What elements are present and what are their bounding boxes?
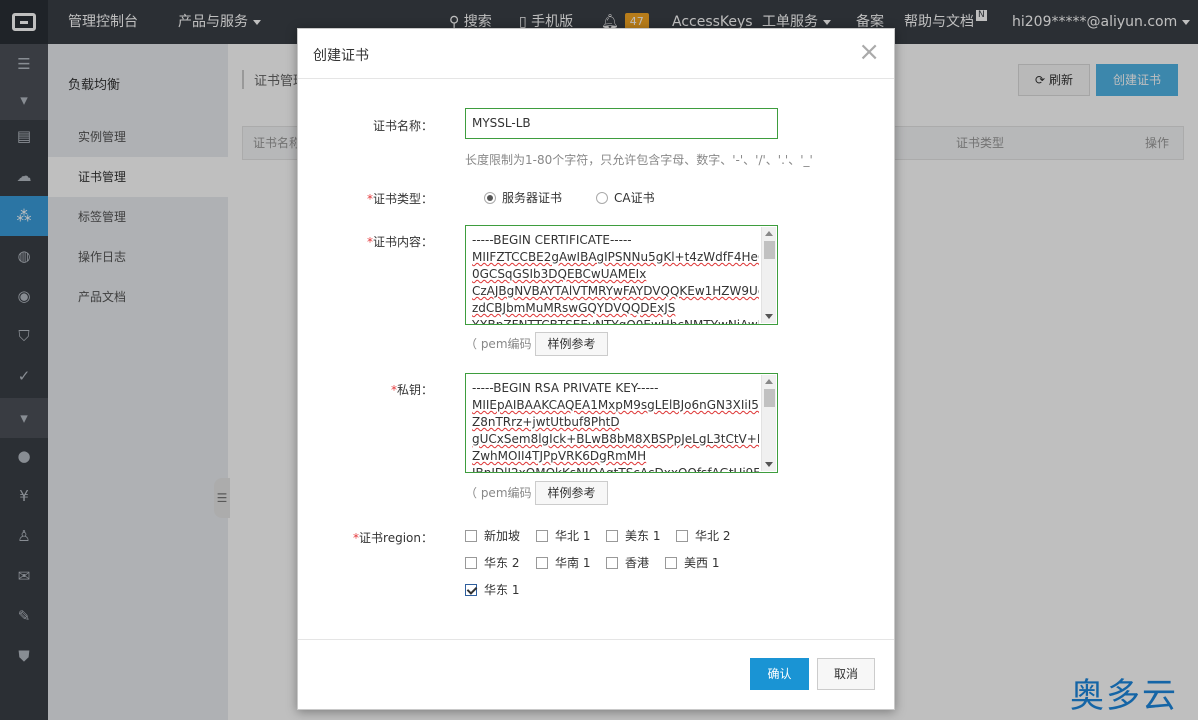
region-checkbox[interactable]: 华南 1: [536, 554, 590, 571]
cert-example-button[interactable]: 样例参考: [535, 332, 608, 356]
region-checkbox[interactable]: 华东 2: [465, 554, 519, 571]
checkbox-icon: [465, 556, 477, 569]
cert-type-label: *证书类型：: [298, 190, 433, 207]
private-key-textarea[interactable]: -----BEGIN RSA PRIVATE KEY----- MIIEpAIB…: [465, 373, 778, 473]
scrollbar[interactable]: [761, 227, 776, 323]
checkbox-icon: [536, 556, 548, 569]
region-checkbox[interactable]: 华北 2: [676, 527, 730, 544]
scroll-up-icon[interactable]: [765, 231, 773, 236]
checkbox-icon: [465, 529, 477, 542]
text-line: CzAJBgNVBAYTAlVTMRYwFAYDVQQKEw1HZW9UcnV: [472, 284, 759, 298]
scroll-up-icon[interactable]: [765, 379, 773, 384]
private-key-text: -----BEGIN RSA PRIVATE KEY----- MIIEpAIB…: [472, 380, 759, 473]
region-label-text: 证书region：: [359, 531, 433, 545]
cert-content-textarea[interactable]: -----BEGIN CERTIFICATE----- MIIFZTCCBE2g…: [465, 225, 778, 325]
region-name: 华东 1: [484, 583, 520, 597]
cert-content-text: -----BEGIN CERTIFICATE----- MIIFZTCCBE2g…: [472, 232, 759, 325]
checkbox-icon: [536, 529, 548, 542]
region-label: *证书region：: [298, 529, 433, 546]
checkbox-icon: [665, 556, 677, 569]
close-icon[interactable]: ×: [858, 39, 880, 65]
region-checkbox[interactable]: 华北 1: [536, 527, 590, 544]
radio-checked-icon: [484, 191, 496, 204]
checkbox-icon: [606, 556, 618, 569]
scroll-thumb[interactable]: [764, 241, 775, 259]
text-line: 0GCSqGSIb3DQEBCwUAMEIx: [472, 267, 647, 281]
radio-unchecked-icon: [596, 191, 608, 204]
text-line: ZwhMOII4TJPpVRK6DgRmMH: [472, 449, 647, 463]
confirm-button[interactable]: 确认: [750, 658, 809, 690]
region-checkbox[interactable]: 美西 1: [665, 554, 719, 571]
text-line: gUCxSem8lgIck+BLwB8bM8XBSPpJeLgL3tCtV+LQ…: [472, 432, 759, 446]
cert-content-label-text: 证书内容：: [372, 235, 433, 249]
cert-content-label: *证书内容：: [298, 233, 433, 250]
scrollbar[interactable]: [761, 375, 776, 471]
cert-type-label-text: 证书类型：: [372, 192, 433, 206]
region-checkbox[interactable]: 美东 1: [606, 527, 660, 544]
region-name: 华东 2: [484, 556, 520, 570]
watermark-logo: 奥多云: [1070, 676, 1178, 716]
text-line: MIIFZTCCBE2gAwIBAgIPSNNu5gKl+t4zWdfF4He6…: [472, 250, 759, 264]
region-name: 美东 1: [625, 529, 661, 543]
radio-ca-cert[interactable]: CA证书: [596, 189, 655, 206]
region-name: 香港: [625, 556, 650, 570]
text-line: MIIEpAIBAAKCAQEA1MxpM9sgLElBJo6nGN3XIiI5…: [472, 398, 759, 412]
text-line: -----BEGIN CERTIFICATE-----: [472, 233, 632, 247]
scroll-thumb[interactable]: [764, 389, 775, 407]
region-name: 华北 2: [695, 529, 731, 543]
region-checkbox-checked[interactable]: 华东 1: [465, 581, 519, 598]
radio-label: 服务器证书: [502, 191, 563, 205]
cert-name-hint: 长度限制为1-80个字符，只允许包含字母、数字、'-'、'/'、'.'、'_': [465, 153, 813, 167]
checkbox-checked-icon: [465, 583, 477, 596]
create-certificate-dialog: 创建证书 × 证书名称： MYSSL-LB 长度限制为1-80个字符，只允许包含…: [297, 28, 895, 710]
cancel-button[interactable]: 取消: [817, 658, 875, 690]
region-checkbox[interactable]: 香港: [606, 554, 649, 571]
text-line: YXBpZFNTTCBTSEEyNTYgQ0EwHhcNMTYwNjAwMDA: [472, 318, 759, 325]
scroll-down-icon[interactable]: [765, 314, 773, 319]
region-name: 华北 1: [555, 529, 591, 543]
dialog-header: 创建证书 ×: [298, 29, 894, 79]
cert-name-input[interactable]: MYSSL-LB: [465, 108, 778, 139]
dialog-footer: 确认 取消: [298, 639, 894, 711]
radio-server-cert[interactable]: 服务器证书: [484, 189, 562, 206]
region-checkbox[interactable]: 新加坡: [465, 527, 520, 544]
text-line: zdCBJbmMuMRswGQYDVQQDExJS: [472, 301, 676, 315]
radio-label: CA证书: [614, 191, 655, 205]
text-line: -----BEGIN RSA PRIVATE KEY-----: [472, 381, 659, 395]
checkbox-icon: [606, 529, 618, 542]
text-line: JBnJDlJ2xQMOkKsNJQAqtTScAcDxxOOfsfAGtUj9…: [472, 466, 759, 473]
key-example-button[interactable]: 样例参考: [535, 481, 608, 505]
cert-name-label: 证书名称：: [372, 119, 433, 133]
scroll-down-icon[interactable]: [765, 462, 773, 467]
region-name: 新加坡: [484, 529, 521, 543]
region-name: 华南 1: [555, 556, 591, 570]
checkbox-icon: [676, 529, 688, 542]
dialog-title: 创建证书: [313, 48, 369, 64]
private-key-label: *私钥：: [298, 381, 433, 398]
text-line: Z8nTRrz+jwtUtbuf8PhtD: [472, 415, 620, 429]
region-name: 美西 1: [684, 556, 720, 570]
private-key-label-text: 私钥：: [396, 383, 433, 397]
